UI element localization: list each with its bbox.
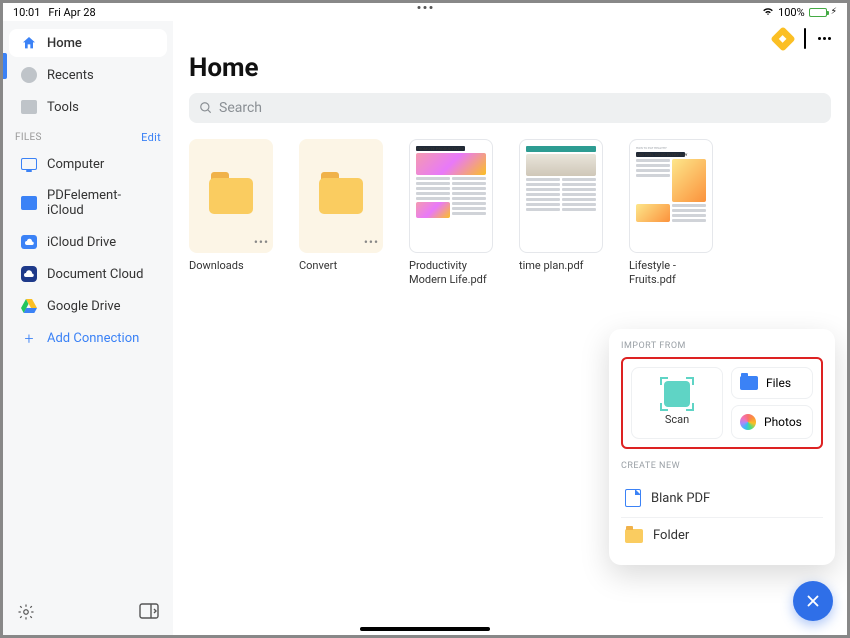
location-google-drive[interactable]: Google Drive	[9, 292, 167, 320]
page-title: Home	[189, 53, 831, 83]
more-options-button[interactable]	[818, 37, 831, 40]
doc-thumb: HOW TO EAT HEALTHY AND FEEL GOOD EVERY D…	[629, 139, 713, 253]
nav-home[interactable]: Home	[9, 29, 167, 57]
location-label: Computer	[47, 157, 104, 172]
plus-icon: +	[21, 330, 37, 346]
close-icon	[804, 592, 822, 610]
close-fab-button[interactable]	[793, 581, 833, 621]
preview-heading: AND FEEL GOOD EVERY DAY	[636, 152, 685, 157]
add-connection-button[interactable]: + Add Connection	[9, 324, 167, 352]
location-icloud-drive[interactable]: iCloud Drive	[9, 228, 167, 256]
blank-pdf-icon	[625, 489, 641, 507]
item-label: Productivity Modern Life.pdf	[409, 259, 493, 288]
import-scan-button[interactable]: Scan	[631, 367, 723, 439]
create-import-popover: IMPORT FROM Scan Files	[609, 329, 835, 565]
doc-thumb: PROMOTE PRODUCTIVITY	[409, 139, 493, 253]
premium-badge-button[interactable]: ◆	[770, 26, 795, 51]
files-label: Files	[766, 376, 791, 390]
preview-subheading: HOW TO EAT HEALTHY	[636, 146, 706, 150]
layout-toggle-button[interactable]	[139, 603, 159, 625]
item-time-plan[interactable]: time plan.pdf	[519, 139, 603, 288]
wifi-icon	[762, 6, 774, 19]
scan-icon	[664, 381, 690, 407]
charging-icon: ⚡︎	[831, 7, 837, 17]
photos-icon	[740, 414, 756, 430]
diamond-icon: ◆	[779, 33, 787, 44]
layout-icon	[139, 603, 159, 619]
nav-label: Recents	[47, 68, 94, 83]
location-label: Document Cloud	[47, 267, 143, 282]
home-indicator[interactable]	[360, 627, 490, 631]
scan-label: Scan	[665, 413, 689, 426]
import-photos-button[interactable]: Photos	[731, 405, 813, 439]
multitask-dots-icon[interactable]	[418, 6, 433, 9]
nav-label: Home	[47, 36, 82, 51]
folder-thumb: •••	[189, 139, 273, 253]
settings-button[interactable]	[17, 603, 35, 625]
import-highlight-box: Scan Files Photos	[621, 357, 823, 449]
nav-label: Tools	[47, 100, 79, 115]
search-placeholder: Search	[219, 100, 262, 116]
battery-pct: 100%	[778, 6, 805, 19]
edit-locations-button[interactable]: Edit	[141, 131, 161, 144]
folder-icon	[319, 178, 363, 214]
status-date: Fri Apr 28	[48, 6, 95, 19]
create-blank-pdf-button[interactable]: Blank PDF	[621, 479, 823, 517]
photos-label: Photos	[764, 415, 802, 429]
folder-thumb: •••	[299, 139, 383, 253]
inbox-button[interactable]	[804, 29, 806, 48]
document-cloud-icon	[21, 266, 37, 282]
computer-icon	[21, 156, 37, 172]
doc-thumb	[519, 139, 603, 253]
import-section-label: IMPORT FROM	[621, 341, 823, 351]
preview-heading: PROMOTE PRODUCTIVITY	[416, 146, 465, 151]
icloud-icon	[21, 234, 37, 250]
device-frame: 10:01 Fri Apr 28 100% ⚡︎ Home Re	[0, 0, 850, 638]
item-more-button[interactable]: •••	[364, 235, 379, 249]
create-folder-button[interactable]: Folder	[621, 517, 823, 553]
search-field[interactable]: Search	[189, 93, 831, 123]
nav-recents[interactable]: Recents	[9, 61, 167, 89]
item-more-button[interactable]: •••	[254, 235, 269, 249]
item-lifestyle[interactable]: HOW TO EAT HEALTHY AND FEEL GOOD EVERY D…	[629, 139, 713, 288]
item-label: Convert	[299, 259, 383, 273]
location-label: PDFelement-iCloud	[47, 188, 155, 218]
location-label: Google Drive	[47, 299, 120, 314]
location-label: iCloud Drive	[47, 235, 116, 250]
clock-icon	[21, 67, 37, 83]
nav-tools[interactable]: Tools	[9, 93, 167, 121]
battery-icon	[809, 8, 827, 17]
envelope-icon	[804, 28, 806, 49]
files-section-header: FILES	[15, 132, 42, 143]
item-downloads[interactable]: ••• Downloads	[189, 139, 273, 288]
add-connection-label: Add Connection	[47, 331, 139, 346]
google-drive-icon	[21, 298, 37, 314]
location-document-cloud[interactable]: Document Cloud	[9, 260, 167, 288]
import-files-button[interactable]: Files	[731, 367, 813, 399]
search-icon	[199, 101, 213, 115]
app-folder-icon	[21, 195, 37, 211]
status-time: 10:01	[13, 6, 40, 19]
blank-pdf-label: Blank PDF	[651, 491, 710, 506]
item-label: time plan.pdf	[519, 259, 603, 273]
folder-label: Folder	[653, 528, 689, 543]
create-section-label: CREATE NEW	[621, 461, 823, 471]
home-icon	[21, 35, 37, 51]
files-icon	[740, 376, 758, 390]
folder-icon	[625, 529, 643, 543]
status-bar: 10:01 Fri Apr 28 100% ⚡︎	[3, 3, 847, 21]
main-content: ◆ Home Search ••• Downloads	[173, 21, 847, 635]
sidebar: Home Recents Tools FILES Edit Computer P…	[3, 21, 173, 635]
location-pdfelement-icloud[interactable]: PDFelement-iCloud	[9, 182, 167, 224]
item-label: Lifestyle - Fruits.pdf	[629, 259, 713, 288]
item-label: Downloads	[189, 259, 273, 273]
item-convert[interactable]: ••• Convert	[299, 139, 383, 288]
item-productivity[interactable]: PROMOTE PRODUCTIVITY Productivity Modern…	[409, 139, 493, 288]
tools-icon	[21, 99, 37, 115]
location-computer[interactable]: Computer	[9, 150, 167, 178]
folder-icon	[209, 178, 253, 214]
active-indicator	[3, 53, 7, 79]
gear-icon	[17, 603, 35, 621]
